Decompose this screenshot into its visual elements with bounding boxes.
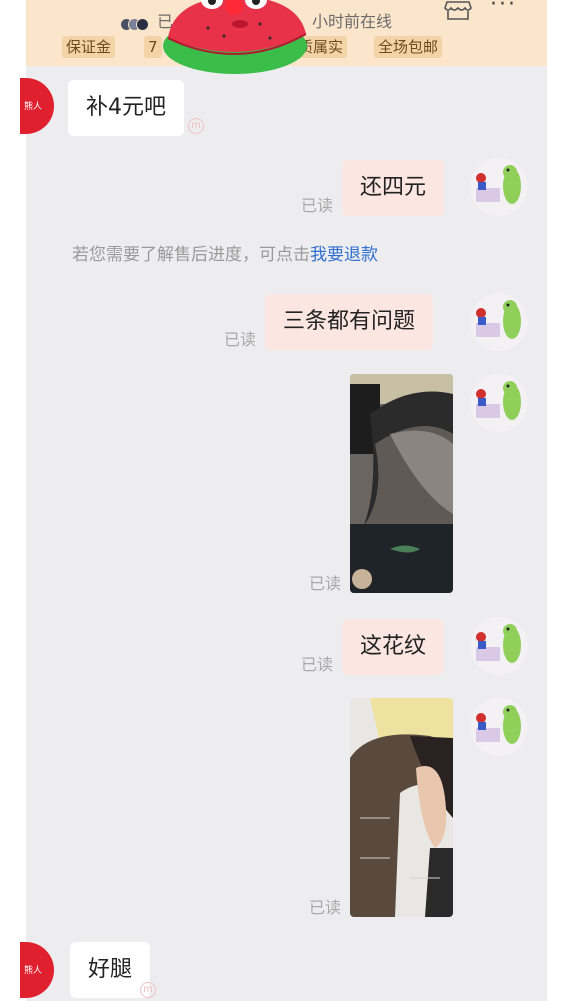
avatar-label: 熊人 — [24, 102, 43, 112]
shop-icon[interactable] — [444, 0, 472, 20]
read-receipt: 已读 — [309, 898, 342, 917]
message-bubble-left[interactable]: 好腿 — [70, 942, 151, 998]
user-avatar[interactable] — [470, 158, 528, 216]
shop-avatars-icon — [120, 16, 152, 31]
message-bubble-right[interactable]: 还四元 — [342, 160, 445, 216]
frame-right — [547, 0, 575, 1001]
chat-area[interactable] — [26, 66, 547, 1001]
avatar-label: 熊人 — [24, 966, 43, 976]
read-receipt: 已读 — [301, 655, 334, 674]
read-receipt: 已读 — [224, 330, 257, 349]
photo-message[interactable] — [350, 698, 453, 917]
tag-return: 7 — [144, 36, 162, 58]
read-receipt: 已读 — [301, 196, 334, 215]
tag-deposit: 保证金 — [62, 36, 116, 58]
user-avatar[interactable] — [470, 293, 528, 351]
user-avatar[interactable] — [470, 374, 528, 432]
photo-message[interactable] — [350, 374, 453, 593]
tag-free-shipping: 全场包邮 — [374, 36, 443, 58]
message-bubble-left[interactable]: 补4元吧 — [68, 80, 184, 136]
refund-link[interactable]: 我要退款 — [310, 245, 378, 265]
read-receipt: 已读 — [309, 574, 342, 593]
system-message-text: 若您需要了解售后进度，可点击 — [72, 245, 310, 265]
user-avatar[interactable] — [470, 617, 528, 675]
watermelon-sticker — [163, 0, 307, 74]
status-suffix: 小时前在线 — [312, 12, 393, 31]
frame-left — [0, 0, 26, 1001]
user-avatar[interactable] — [470, 698, 528, 756]
watermark-icon: m — [188, 118, 204, 134]
more-icon[interactable]: ··· — [490, 0, 517, 17]
system-message: 若您需要了解售后进度，可点击我要退款 — [72, 240, 378, 265]
message-bubble-right[interactable]: 这花纹 — [342, 619, 445, 675]
watermark-icon: m — [140, 982, 156, 998]
message-bubble-right[interactable]: 三条都有问题 — [265, 294, 434, 350]
